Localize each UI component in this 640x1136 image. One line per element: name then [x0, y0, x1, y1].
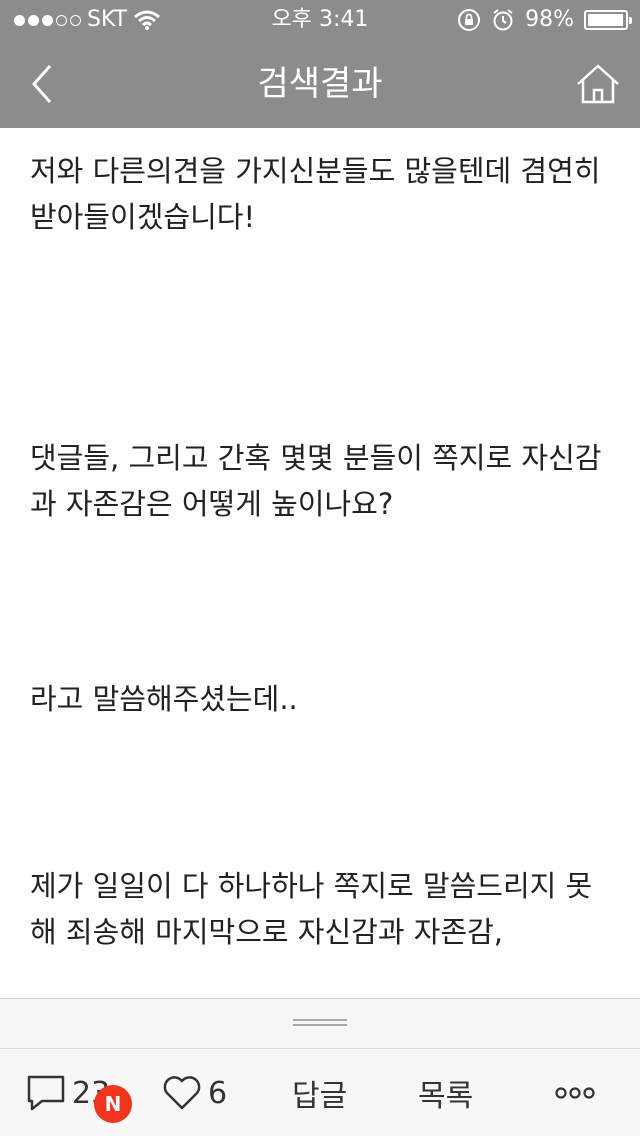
- battery-icon: [584, 10, 632, 30]
- more-button[interactable]: [554, 1049, 596, 1136]
- nav-bar: 검색결과: [0, 40, 640, 128]
- reply-label: 답글: [292, 1079, 348, 1114]
- battery-fill: [588, 14, 624, 26]
- list-button[interactable]: 목록: [418, 1049, 473, 1136]
- status-right: 98%: [457, 0, 632, 40]
- bottom-toolbar: N 23 6 답글 목록: [0, 1049, 640, 1136]
- home-icon: [577, 64, 619, 104]
- chevron-left-icon: [31, 65, 52, 103]
- alarm-icon: [493, 9, 513, 31]
- post-paragraph: 제가 일일이 다 하나하나 쪽지로 말씀드리지 못해 죄송해 마지막으로 자신감…: [30, 869, 593, 949]
- drag-handle-icon[interactable]: [293, 1019, 347, 1026]
- post-content: 저와 다른의견을 가지신분들도 많을텐데 겸연히 받아들이겠습니다! 댓글들, …: [0, 128, 640, 998]
- post-paragraph: 라고 말씀해주셨는데..: [30, 682, 298, 716]
- home-button[interactable]: [572, 58, 624, 110]
- panel-handle-row[interactable]: [0, 999, 640, 1049]
- post-paragraph: 댓글들, 그리고 간혹 몇몇 분들이 쪽지로 자신감과 자존감은 어떻게 높이나…: [30, 441, 602, 521]
- rotation-lock-icon: [458, 9, 481, 31]
- status-bar: SKT 오후 3:41 98%: [0, 0, 640, 40]
- header: SKT 오후 3:41 98% 검색결과: [0, 0, 640, 128]
- like-count: 6: [208, 1075, 228, 1111]
- page-title: 검색결과: [257, 64, 383, 104]
- bottom-panel: N 23 6 답글 목록: [0, 998, 640, 1136]
- comment-icon: [27, 1075, 65, 1111]
- back-button[interactable]: [18, 60, 66, 108]
- more-icon: [555, 1087, 595, 1099]
- battery-percent: 98%: [525, 7, 574, 32]
- post-paragraph: 저와 다른의견을 가지신분들도 많을텐데 겸연히 받아들이겠습니다!: [30, 154, 601, 234]
- like-button[interactable]: 6: [162, 1049, 227, 1136]
- list-label: 목록: [418, 1079, 474, 1114]
- new-badge: N: [94, 1085, 132, 1123]
- reply-button[interactable]: 답글: [292, 1049, 347, 1136]
- heart-icon: [163, 1076, 201, 1110]
